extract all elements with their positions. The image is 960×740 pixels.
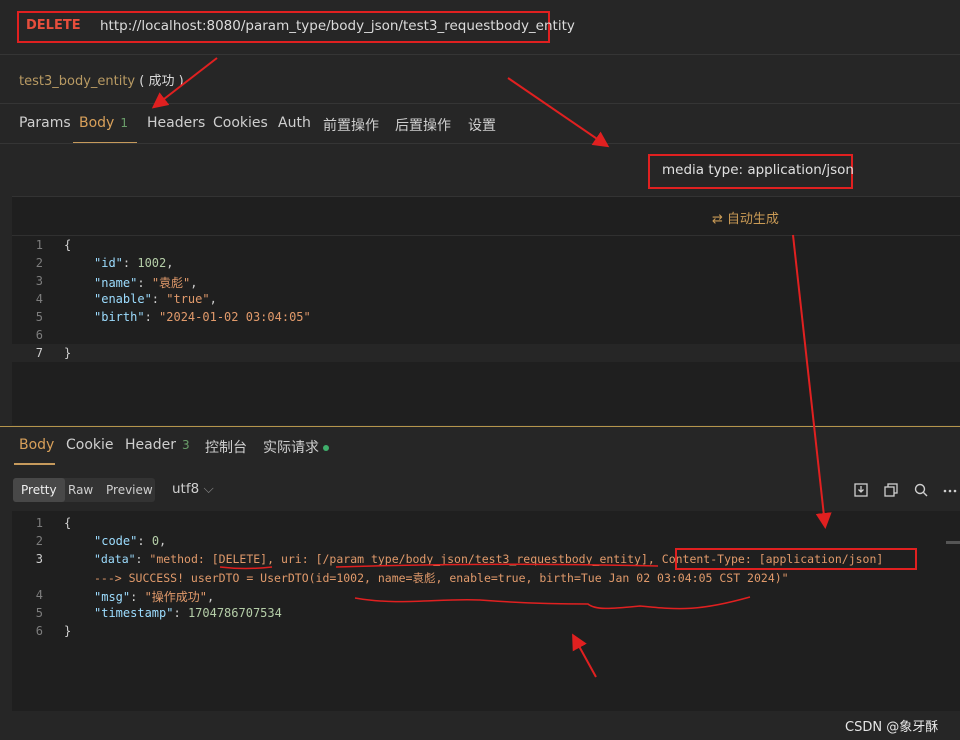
- line-number: 1: [35, 238, 43, 252]
- json-value: "method: [DELETE], uri: [/param_type/bod…: [149, 552, 662, 566]
- json-key: "data": [94, 552, 136, 566]
- view-mode-raw[interactable]: Raw: [60, 478, 101, 502]
- tab-params[interactable]: Params: [19, 115, 71, 131]
- divider: [0, 143, 960, 144]
- tab-auth[interactable]: Auth: [278, 115, 311, 131]
- line-number: 2: [35, 256, 43, 270]
- refresh-icon: ⇄: [712, 212, 723, 227]
- tab-actual-request[interactable]: 实际请求: [263, 437, 329, 457]
- scrollbar[interactable]: [946, 541, 960, 544]
- code-line: "msg": "操作成功",: [94, 590, 215, 604]
- code-line: "code": 0,: [94, 534, 167, 548]
- arrow-to-media-type: [507, 77, 610, 148]
- copy-icon[interactable]: [883, 482, 899, 498]
- tab-headers[interactable]: Headers: [147, 115, 205, 131]
- tab-body-badge: 1: [120, 116, 128, 130]
- http-method-selector[interactable]: DELETE: [26, 18, 81, 33]
- auto-generate-button[interactable]: ⇄ 自动生成: [712, 208, 779, 227]
- json-value: 1002: [137, 256, 167, 270]
- auto-generate-label: 自动生成: [726, 212, 779, 227]
- json-value: "袁彪": [151, 276, 191, 290]
- line-number: 4: [35, 292, 43, 306]
- line-number: 6: [35, 624, 43, 638]
- tab-response-body[interactable]: Body: [19, 437, 54, 453]
- tab-pre-ops[interactable]: 前置操作: [323, 115, 379, 135]
- view-mode-pretty[interactable]: Pretty: [13, 478, 65, 502]
- media-type-selector[interactable]: media type: application/json: [662, 162, 854, 178]
- url-input[interactable]: http://localhost:8080/param_type/body_js…: [100, 18, 575, 34]
- tab-cookies[interactable]: Cookies: [213, 115, 268, 131]
- json-value: "true": [166, 292, 210, 306]
- divider: [0, 54, 960, 55]
- code-line-wrapped: ---> SUCCESS! userDTO = UserDTO(id=1002,…: [94, 571, 789, 585]
- search-icon[interactable]: [913, 482, 929, 498]
- tab-actual-request-label: 实际请求: [263, 440, 319, 456]
- tab-response-header-badge: 3: [181, 438, 190, 452]
- json-key: "id": [94, 256, 123, 270]
- code-line: "name": "袁彪",: [94, 276, 198, 290]
- view-mode-preview[interactable]: Preview: [98, 478, 161, 502]
- line-number: 6: [35, 328, 43, 342]
- encoding-select[interactable]: utf8 ⌵: [172, 481, 214, 497]
- line-number: 4: [35, 588, 43, 602]
- request-name: test3_body_entity ( 成功 ): [19, 70, 184, 89]
- json-key: "name": [94, 276, 138, 290]
- json-key: "enable": [94, 292, 152, 306]
- json-key: "msg": [94, 590, 131, 604]
- more-icon[interactable]: [942, 482, 958, 498]
- tab-response-header-label: Header: [125, 437, 176, 453]
- encoding-value: utf8: [172, 481, 200, 497]
- content-type-highlight-box: [675, 548, 917, 570]
- code-line: }: [64, 624, 72, 638]
- tab-body-label: Body: [79, 115, 115, 131]
- line-number: 1: [35, 516, 43, 530]
- tab-settings[interactable]: 设置: [468, 115, 496, 135]
- line-number: 5: [35, 606, 43, 620]
- code-line: "id": 1002,: [94, 256, 174, 270]
- code-line: "birth": "2024-01-02 03:04:05": [94, 310, 311, 324]
- line-number: 2: [35, 534, 43, 548]
- json-value: 0: [151, 534, 160, 548]
- chevron-down-icon: ⌵: [203, 481, 214, 497]
- current-line-highlight: [12, 344, 960, 362]
- divider: [12, 235, 960, 236]
- json-key: "birth": [94, 310, 145, 324]
- tab-console[interactable]: 控制台: [205, 437, 247, 457]
- request-status: ( 成功 ): [139, 74, 184, 89]
- code-line: "timestamp": 1704786707534: [94, 606, 282, 620]
- code-line: {: [64, 238, 72, 252]
- active-tab-indicator: [14, 463, 55, 465]
- line-number: 3: [35, 552, 43, 566]
- tab-response-header[interactable]: Header 3: [125, 437, 190, 453]
- line-number: 3: [35, 274, 43, 288]
- line-number: 5: [35, 310, 43, 324]
- code-line: {: [64, 516, 72, 530]
- tab-body[interactable]: Body 1: [79, 115, 128, 131]
- json-key: "code": [94, 534, 138, 548]
- panel-splitter[interactable]: [0, 426, 960, 427]
- json-value: "操作成功": [144, 590, 208, 604]
- code-line: "enable": "true",: [94, 292, 217, 306]
- request-name-text: test3_body_entity: [19, 74, 136, 89]
- divider: [0, 103, 960, 104]
- json-value: 1704786707534: [187, 606, 282, 620]
- tab-response-cookie[interactable]: Cookie: [66, 437, 114, 453]
- json-key: "timestamp": [94, 606, 174, 620]
- json-value: "2024-01-02 03:04:05": [159, 310, 311, 324]
- download-icon[interactable]: [853, 482, 869, 498]
- watermark: CSDN @象牙酥: [845, 720, 939, 735]
- status-dot-icon: [323, 445, 329, 451]
- tab-post-ops[interactable]: 后置操作: [395, 115, 451, 135]
